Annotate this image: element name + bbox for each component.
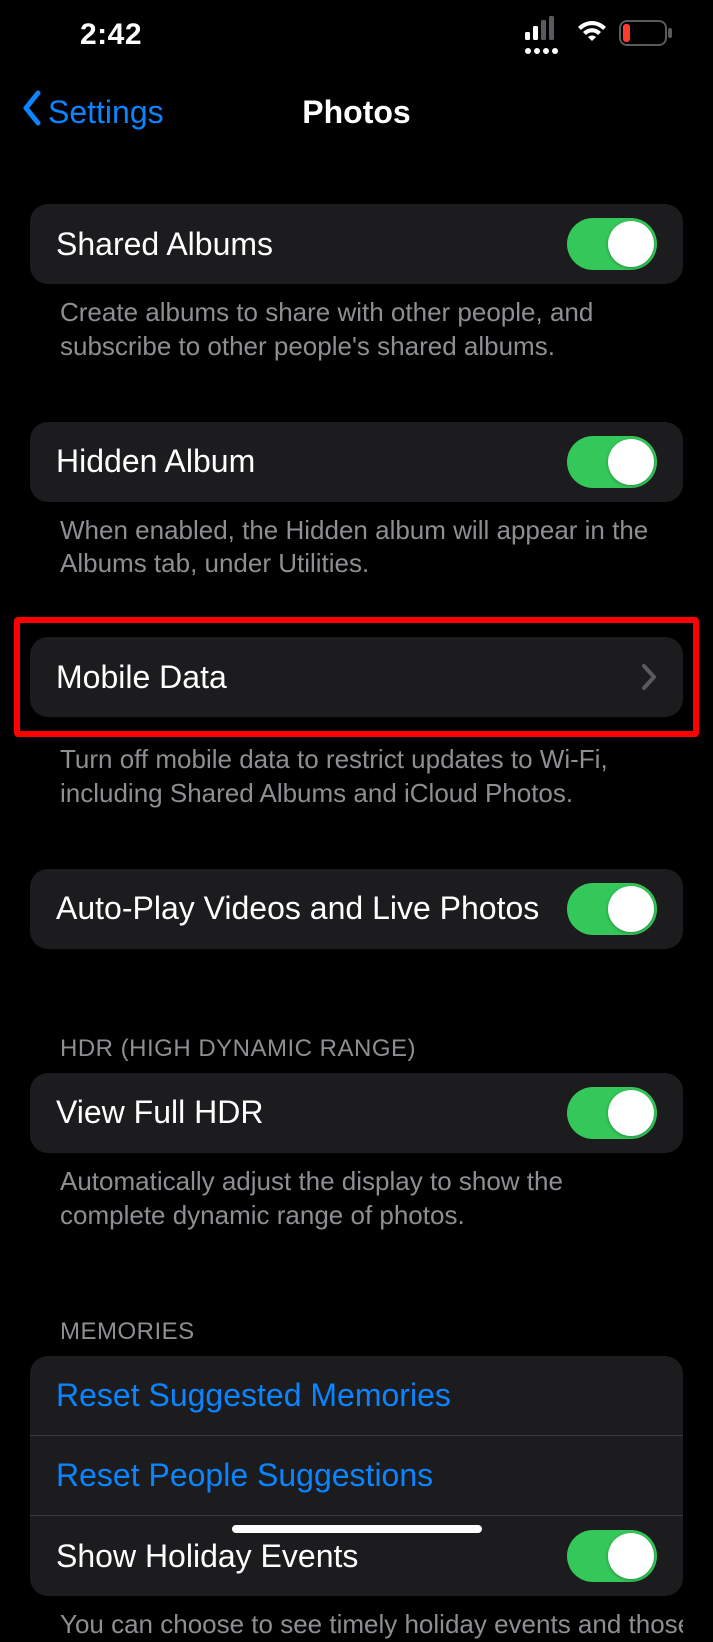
memories-section-header: MEMORIES: [30, 1318, 683, 1356]
show-holiday-events-toggle[interactable]: [567, 1530, 657, 1582]
shared-albums-row[interactable]: Shared Albums: [30, 204, 683, 284]
status-time: 2:42: [80, 18, 142, 52]
reset-people-suggestions-row[interactable]: Reset People Suggestions: [30, 1436, 683, 1516]
mobile-data-footer: Turn off mobile data to restrict updates…: [30, 737, 683, 811]
mobile-data-label: Mobile Data: [56, 659, 227, 696]
hdr-section-header: HDR (HIGH DYNAMIC RANGE): [30, 1035, 683, 1073]
hidden-album-footer: When enabled, the Hidden album will appe…: [30, 502, 683, 582]
view-full-hdr-toggle[interactable]: [567, 1087, 657, 1139]
hdr-footer: Automatically adjust the display to show…: [30, 1153, 683, 1233]
page-title: Photos: [302, 94, 410, 131]
battery-low-icon: [619, 20, 673, 51]
nav-header: Settings Photos: [0, 70, 713, 154]
view-full-hdr-row[interactable]: View Full HDR: [30, 1073, 683, 1153]
chevron-left-icon: [20, 89, 44, 135]
reset-people-suggestions-label: Reset People Suggestions: [56, 1457, 433, 1494]
memories-footer: You can choose to see timely holiday eve…: [30, 1596, 683, 1642]
shared-albums-footer: Create albums to share with other people…: [30, 284, 683, 364]
autoplay-row[interactable]: Auto-Play Videos and Live Photos: [30, 869, 683, 949]
wifi-icon: [575, 21, 609, 50]
mobile-data-row[interactable]: Mobile Data: [30, 637, 683, 717]
dual-sim-signal-icon: [525, 16, 565, 55]
autoplay-toggle[interactable]: [567, 883, 657, 935]
shared-albums-label: Shared Albums: [56, 226, 273, 263]
show-holiday-events-label: Show Holiday Events: [56, 1538, 358, 1575]
hidden-album-toggle[interactable]: [567, 436, 657, 488]
reset-suggested-memories-label: Reset Suggested Memories: [56, 1377, 451, 1414]
memories-group: Reset Suggested Memories Reset People Su…: [30, 1356, 683, 1596]
shared-albums-toggle[interactable]: [567, 218, 657, 270]
home-indicator[interactable]: [232, 1525, 482, 1533]
hidden-album-label: Hidden Album: [56, 443, 255, 480]
view-full-hdr-label: View Full HDR: [56, 1094, 263, 1131]
mobile-data-highlight: Mobile Data: [14, 617, 699, 737]
settings-content: Shared Albums Create albums to share wit…: [0, 204, 713, 1642]
back-button[interactable]: Settings: [20, 89, 164, 135]
reset-suggested-memories-row[interactable]: Reset Suggested Memories: [30, 1356, 683, 1436]
hidden-album-row[interactable]: Hidden Album: [30, 422, 683, 502]
back-label: Settings: [48, 94, 164, 131]
status-icons: [525, 16, 673, 55]
chevron-right-icon: [641, 663, 657, 691]
status-bar: 2:42: [0, 0, 713, 70]
autoplay-label: Auto-Play Videos and Live Photos: [56, 890, 539, 927]
